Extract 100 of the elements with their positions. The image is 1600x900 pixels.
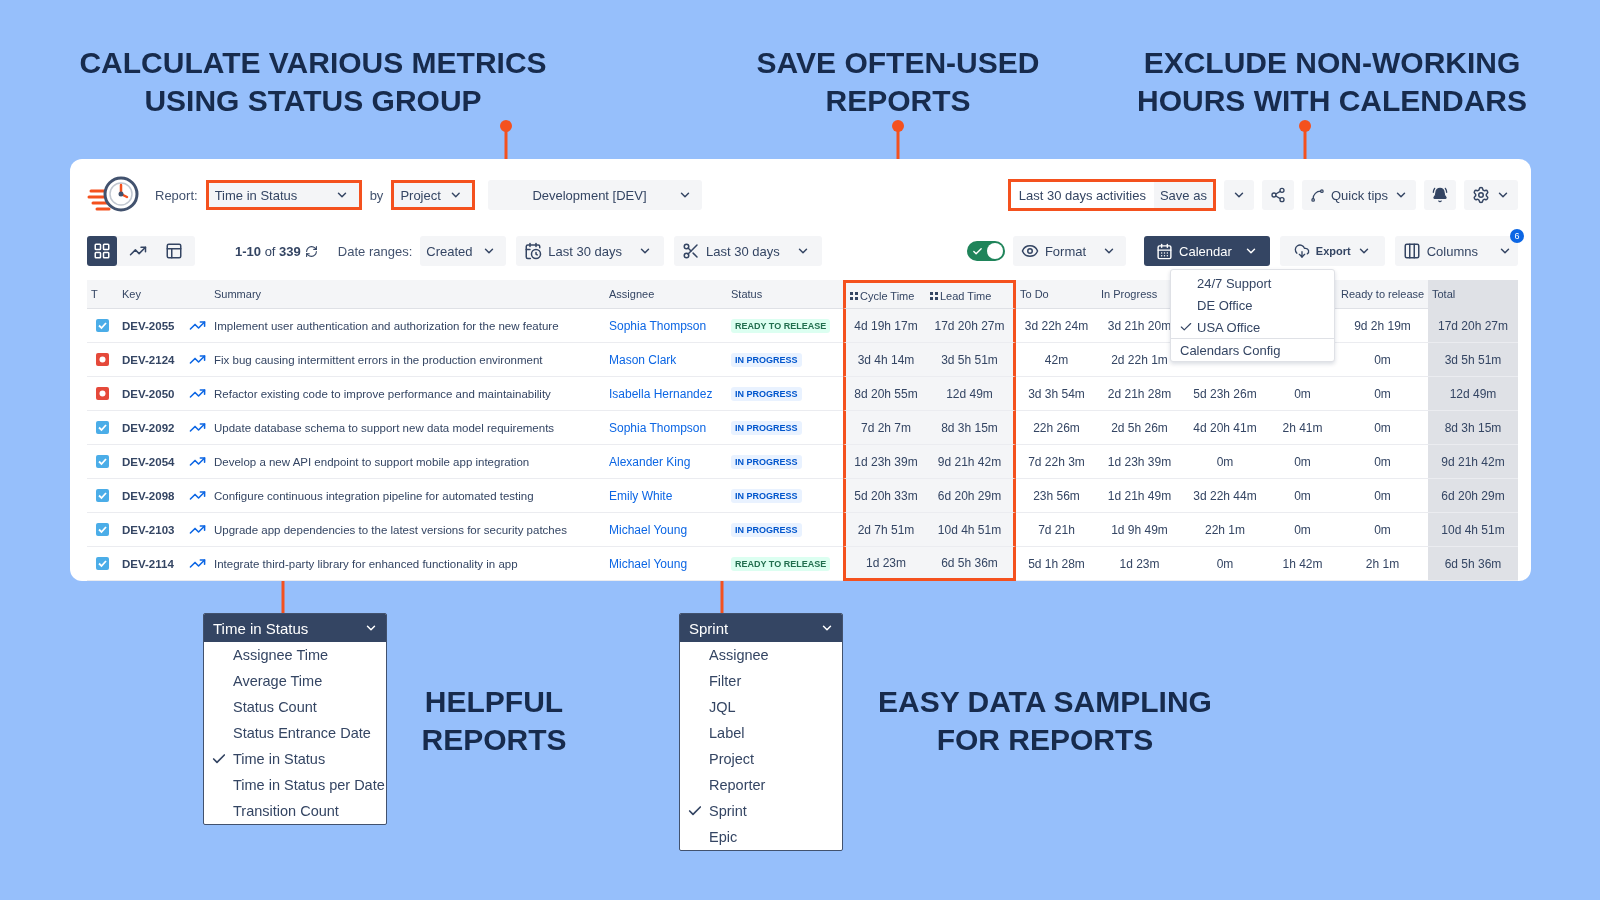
curve-icon — [1309, 187, 1325, 203]
time-cell: 12d 49m — [926, 377, 1016, 411]
time-cell: 7d 21h — [1016, 513, 1097, 547]
menu-item[interactable]: Calendars Config — [1171, 338, 1334, 361]
issue-key[interactable]: DEV-2055 — [118, 309, 185, 343]
task-checkbox-icon — [96, 489, 109, 502]
issue-key[interactable]: DEV-2103 — [118, 513, 185, 547]
menu-item[interactable]: Time in Status per Date — [204, 772, 386, 798]
status-lozenge: IN PROGRESS — [731, 386, 802, 401]
task-checkbox-icon — [96, 557, 109, 570]
menu-item[interactable]: Epic — [680, 824, 842, 850]
time-cell: 4d 20h 41m — [1182, 411, 1268, 445]
leader-line — [892, 120, 904, 160]
menu-item[interactable]: Average Time — [204, 668, 386, 694]
status-lozenge: IN PROGRESS — [731, 454, 802, 469]
task-checkbox-icon — [96, 421, 109, 434]
status-lozenge: IN PROGRESS — [731, 522, 802, 537]
date-range-button[interactable]: Last 30 days — [516, 236, 664, 266]
refresh-icon[interactable] — [304, 244, 318, 258]
time-cell: 1d 21h 49m — [1097, 479, 1182, 513]
toggle-switch[interactable] — [966, 241, 1005, 261]
time-cell: 6d 5h 36m — [1428, 547, 1518, 581]
scissors-icon — [681, 242, 700, 260]
time-cell: 0m — [1182, 445, 1268, 479]
report-select[interactable]: Time in Status — [205, 180, 362, 210]
issue-key[interactable]: DEV-2098 — [118, 479, 185, 513]
format-button[interactable]: Format — [1012, 236, 1127, 266]
column-header[interactable]: Key — [118, 280, 185, 309]
assignee-link[interactable]: Sophia Thompson — [605, 309, 727, 343]
menu-item[interactable]: Project — [680, 746, 842, 772]
status-lozenge: IN PROGRESS — [731, 352, 802, 367]
time-cell: 1d 23h 39m — [1097, 445, 1182, 479]
save-as-button[interactable]: Save as — [1153, 182, 1213, 208]
time-cell: 17d 20h 27m — [926, 309, 1016, 343]
settings-icon — [1472, 186, 1490, 204]
headline: SAVE OFTEN-USED REPORTS — [756, 45, 1040, 119]
column-header[interactable]: Ready to release — [1337, 280, 1428, 309]
menu-item[interactable]: Transition Count — [204, 798, 386, 824]
column-header[interactable]: Cycle Time — [843, 280, 926, 309]
quick-tips-button[interactable]: Quick tips — [1301, 180, 1416, 210]
issue-key[interactable]: DEV-2092 — [118, 411, 185, 445]
menu-item[interactable]: Status Entrance Date — [204, 720, 386, 746]
menu-item[interactable]: Filter — [680, 668, 842, 694]
date-range-button[interactable]: Last 30 days — [673, 236, 822, 266]
column-header[interactable]: Summary — [210, 280, 605, 309]
column-header[interactable]: To Do — [1016, 280, 1097, 309]
menu-item[interactable]: Assignee — [680, 642, 842, 668]
issue-key[interactable]: DEV-2124 — [118, 343, 185, 377]
bug-icon — [96, 353, 109, 366]
time-cell: 3d 5h 51m — [926, 343, 1016, 377]
notification-button[interactable] — [1424, 180, 1456, 210]
calendar-button[interactable]: Calendar — [1144, 236, 1270, 266]
calendar-clock-icon — [524, 242, 543, 260]
result-count: 1-10 of 339 — [235, 243, 301, 259]
column-header[interactable]: T — [87, 280, 118, 309]
time-cell: 23h 56m — [1016, 479, 1097, 513]
date-ranges-label: Date ranges: — [337, 243, 413, 259]
menu-item[interactable]: Label — [680, 720, 842, 746]
dropdown-value: Time in Status — [213, 619, 309, 637]
view-button[interactable] — [87, 236, 117, 266]
issue-key[interactable]: DEV-2114 — [118, 547, 185, 581]
issue-key[interactable]: DEV-2050 — [118, 377, 185, 411]
assignee-link[interactable]: Alexander King — [605, 445, 727, 479]
assignee-link[interactable]: Emily White — [605, 479, 727, 513]
export-button[interactable]: Export — [1279, 236, 1385, 266]
headline: EXCLUDE NON-WORKING HOURS WITH CALENDARS — [1137, 45, 1527, 119]
assignee-link[interactable]: Isabella Hernandez — [605, 377, 727, 411]
menu-item[interactable]: Status Count — [204, 694, 386, 720]
time-cell: 3d 4h 14m — [843, 343, 926, 377]
headline: EASY DATA SAMPLING FOR REPORTS — [878, 684, 1212, 758]
status-lozenge: READY TO RELEASE — [731, 318, 831, 333]
menu-item[interactable]: Time in Status — [204, 746, 386, 772]
date-field-select[interactable]: Created — [420, 236, 507, 266]
assignee-link[interactable]: Sophia Thompson — [605, 411, 727, 445]
time-cell: 8d 20h 55m — [843, 377, 926, 411]
menu-item[interactable]: Reporter — [680, 772, 842, 798]
assignee-link[interactable]: Mason Clark — [605, 343, 727, 377]
project-select[interactable]: Development [DEV] — [488, 180, 703, 210]
time-cell: 8d 3h 15m — [926, 411, 1016, 445]
assignee-link[interactable]: Michael Young — [605, 513, 727, 547]
column-header[interactable]: Assignee — [605, 280, 727, 309]
assignee-link[interactable]: Michael Young — [605, 547, 727, 581]
menu-item[interactable]: Sprint — [680, 798, 842, 824]
share-icon — [1269, 187, 1286, 203]
summary-cell: Refactor existing code to improve performance and maintainability — [210, 377, 605, 411]
issue-key[interactable]: DEV-2054 — [118, 445, 185, 479]
menu-item[interactable]: JQL — [680, 694, 842, 720]
menu-item[interactable]: Assignee Time — [204, 642, 386, 668]
check-icon — [971, 245, 983, 257]
column-header[interactable]: Total — [1428, 280, 1518, 309]
share-button[interactable] — [1261, 180, 1294, 210]
group-by-select[interactable]: Project — [391, 180, 476, 210]
settings-button[interactable] — [1464, 180, 1518, 210]
time-cell: 9d 21h 42m — [1428, 445, 1518, 479]
column-header[interactable]: Status — [727, 280, 843, 309]
status-lozenge: IN PROGRESS — [731, 488, 802, 503]
leader-line — [500, 120, 512, 160]
time-cell: 1d 23m — [1097, 547, 1182, 581]
time-cell: 17d 20h 27m — [1428, 309, 1518, 343]
column-header[interactable]: Lead Time — [926, 280, 1016, 309]
